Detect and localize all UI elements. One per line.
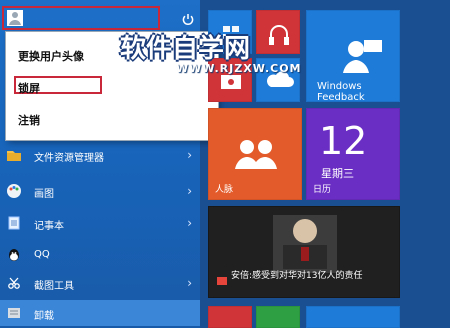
chevron-right-icon[interactable]: › <box>187 276 192 290</box>
list-item-label: 画图 <box>34 189 54 200</box>
chevron-right-icon[interactable]: › <box>187 184 192 198</box>
tile-calendar[interactable]: 12 星期三 日历 <box>306 108 400 200</box>
watermark-url: WWW.RJZXW.COM <box>176 62 302 75</box>
list-item-label: 截图工具 <box>34 281 74 292</box>
paint-icon <box>6 183 22 199</box>
headphones-icon <box>269 25 289 45</box>
change-avatar-item[interactable]: 更换用户头像 <box>18 48 84 64</box>
news-photo <box>209 207 399 297</box>
folder-icon <box>6 147 22 163</box>
list-item-uninstall[interactable]: 卸载 <box>0 300 200 326</box>
tile-bottom-right[interactable] <box>306 306 400 328</box>
list-item-label: 记事本 <box>34 221 64 232</box>
news-icon <box>217 277 227 285</box>
tile-bottom-left[interactable] <box>208 306 252 328</box>
uninstall-icon <box>6 305 22 321</box>
calendar-weekday: 星期三 <box>321 167 354 180</box>
power-icon <box>182 14 194 25</box>
scissors-icon <box>6 275 22 291</box>
list-item-label: QQ <box>34 249 50 260</box>
power-button[interactable] <box>181 12 195 26</box>
notepad-icon <box>6 215 22 231</box>
qq-icon <box>6 247 22 263</box>
tile-windows-feedback[interactable]: Windows Feedback <box>306 10 400 103</box>
lock-screen-item[interactable]: 锁屏 <box>18 80 40 96</box>
feedback-title-line2: Feedback <box>317 92 365 103</box>
tile-bottom-mid[interactable] <box>256 306 300 328</box>
tile-calendar-label: 日历 <box>313 185 332 195</box>
account-bar[interactable] <box>2 6 160 30</box>
calendar-date: 12 <box>319 119 368 163</box>
list-item-file-explorer[interactable]: 文件资源管理器 › <box>0 142 200 168</box>
tile-people[interactable]: 人脉 <box>208 108 302 200</box>
list-item-paint[interactable]: 画图 › <box>0 178 200 204</box>
list-item-label: 文件资源管理器 <box>34 153 104 164</box>
news-headline: 安倍:感受到对华对13亿人的责任 <box>231 271 363 281</box>
feedback-title: Windows Feedback <box>317 81 365 103</box>
user-avatar[interactable] <box>7 10 23 26</box>
chevron-right-icon[interactable]: › <box>187 216 192 230</box>
user-icon <box>9 12 21 25</box>
tile-people-label: 人脉 <box>215 185 234 195</box>
watermark-title: 软件自学网 <box>120 34 251 64</box>
list-item-label: 卸载 <box>34 311 54 322</box>
feedback-title-line1: Windows <box>317 81 362 92</box>
tile-music[interactable] <box>256 10 300 54</box>
tile-news[interactable]: 安倍:感受到对华对13亿人的责任 <box>208 206 400 298</box>
chevron-right-icon[interactable]: › <box>187 148 192 162</box>
sign-out-item[interactable]: 注销 <box>18 112 40 128</box>
list-item-qq[interactable]: QQ <box>0 242 200 268</box>
list-item-notepad[interactable]: 记事本 › <box>0 210 200 236</box>
list-item-snipping-tool[interactable]: 截图工具 › <box>0 270 200 296</box>
